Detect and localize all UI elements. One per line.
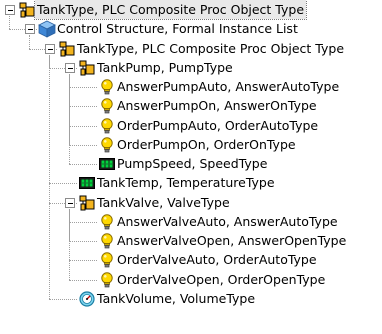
tree-node-label[interactable]: OrderPumpOn, OrderOnType <box>115 135 298 154</box>
tree-node[interactable]: TankValve, ValveType <box>0 193 382 213</box>
bulb-icon <box>98 232 116 250</box>
tree-node-label[interactable]: AnswerPumpOn, AnswerOnType <box>115 96 319 115</box>
structure-cube-icon <box>38 20 56 38</box>
digital-display-icon <box>98 155 116 173</box>
tree-node[interactable]: TankType, PLC Composite Proc Object Type <box>0 39 382 59</box>
tree-node-label[interactable]: OrderValveAuto, OrderAutoType <box>115 250 319 269</box>
collapse-toggle-icon[interactable] <box>65 197 75 208</box>
bulb-icon <box>98 213 116 231</box>
tree-node-label[interactable]: AnswerPumpAuto, AnswerAutoType <box>115 77 341 96</box>
tree-node-label[interactable]: OrderPumpAuto, OrderAutoType <box>115 116 320 135</box>
bulb-icon <box>98 117 116 135</box>
tree-node-label[interactable]: TankVolume, VolumeType <box>95 289 257 308</box>
collapse-toggle-icon[interactable] <box>25 24 35 35</box>
composite-object-type-icon <box>78 194 96 212</box>
bulb-icon <box>98 136 116 154</box>
collapse-toggle-icon[interactable] <box>45 43 55 54</box>
object-tree: TankType, PLC Composite Proc Object Type… <box>0 0 382 334</box>
tree-node-label[interactable]: Control Structure, Formal Instance List <box>55 19 300 38</box>
tree-node-label[interactable]: TankPump, PumpType <box>95 58 235 77</box>
tree-node-label[interactable]: TankType, PLC Composite Proc Object Type <box>75 39 346 58</box>
tree-node-label[interactable]: AnswerValveAuto, AnswerAutoType <box>115 212 340 231</box>
tree-node[interactable]: TankVolume, VolumeType <box>0 289 382 309</box>
collapse-toggle-icon[interactable] <box>5 5 15 15</box>
tree-node[interactable]: TankTemp, TemperatureType <box>0 173 382 193</box>
tree-node[interactable]: AnswerPumpAuto, AnswerAutoType <box>0 77 382 97</box>
tree-node[interactable]: AnswerValveOpen, AnswerOpenType <box>0 231 382 251</box>
tree-node-label[interactable]: OrderValveOpen, OrderOpenType <box>115 270 327 289</box>
composite-object-type-icon <box>78 59 96 77</box>
bulb-icon <box>98 78 116 96</box>
tree-node[interactable]: OrderValveOpen, OrderOpenType <box>0 270 382 290</box>
tree-node[interactable]: PumpSpeed, SpeedType <box>0 154 382 174</box>
digital-display-icon <box>78 174 96 192</box>
tree-node-label[interactable]: TankTemp, TemperatureType <box>95 173 277 192</box>
tree-node-label[interactable]: TankValve, ValveType <box>95 193 232 212</box>
tree-node-label[interactable]: TankType, PLC Composite Proc Object Type <box>33 0 308 20</box>
tree-node[interactable]: Control Structure, Formal Instance List <box>0 19 382 39</box>
composite-object-type-icon <box>58 40 76 58</box>
tree-node[interactable]: AnswerPumpOn, AnswerOnType <box>0 96 382 116</box>
bulb-icon <box>98 97 116 115</box>
collapse-toggle-icon[interactable] <box>65 62 75 73</box>
tree-node-label[interactable]: AnswerValveOpen, AnswerOpenType <box>115 231 348 250</box>
gauge-icon <box>78 290 96 308</box>
tree-node[interactable]: TankPump, PumpType <box>0 58 382 78</box>
tree-node-label[interactable]: PumpSpeed, SpeedType <box>115 154 269 173</box>
bulb-icon <box>98 271 116 289</box>
tree-node[interactable]: OrderPumpAuto, OrderAutoType <box>0 116 382 136</box>
tree-node[interactable]: AnswerValveAuto, AnswerAutoType <box>0 212 382 232</box>
composite-object-type-icon <box>18 1 36 19</box>
tree-node[interactable]: TankType, PLC Composite Proc Object Type <box>0 0 382 20</box>
bulb-icon <box>98 251 116 269</box>
tree-node[interactable]: OrderValveAuto, OrderAutoType <box>0 250 382 270</box>
tree-node[interactable]: OrderPumpOn, OrderOnType <box>0 135 382 155</box>
